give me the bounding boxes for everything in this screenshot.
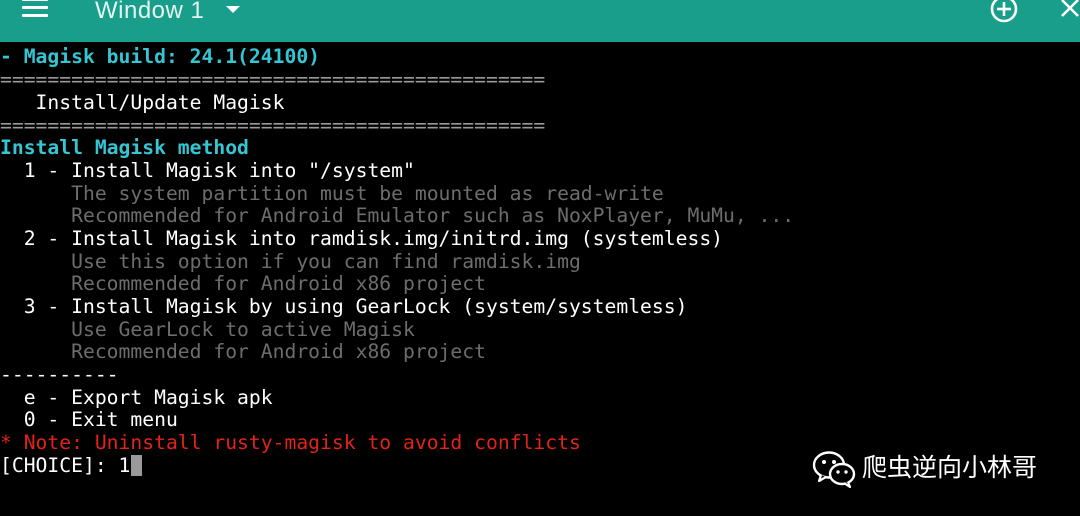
export-option: e - Export Magisk apk	[0, 386, 273, 409]
option-3-hint-2: Recommended for Android x86 project	[0, 340, 486, 363]
option-1-hint-1: The system partition must be mounted as …	[0, 182, 664, 205]
terminal-output[interactable]: - Magisk build: 24.1(24100) ============…	[0, 44, 1080, 516]
install-method-heading: Install Magisk method	[0, 136, 249, 159]
option-1-label: 1 - Install Magisk into "/system"	[0, 159, 415, 182]
choice-prompt-line[interactable]: [CHOICE]: 1	[0, 454, 143, 477]
watermark-text: 爬虫逆向小林哥	[862, 453, 1038, 482]
choice-prompt: [CHOICE]:	[0, 454, 119, 477]
menu-title: Install/Update Magisk	[0, 91, 285, 114]
watermark: 爬虫逆向小林哥	[812, 449, 1052, 489]
note-line: * Note: Uninstall rusty-magisk to avoid …	[0, 431, 581, 454]
option-1-hint-2: Recommended for Android Emulator such as…	[0, 204, 795, 227]
option-2-hint-2: Recommended for Android x86 project	[0, 272, 486, 295]
option-3-label: 3 - Install Magisk by using GearLock (sy…	[0, 295, 688, 318]
option-3-hint-1: Use GearLock to active Magisk	[0, 318, 415, 341]
title-bar: Window 1	[0, 0, 1080, 42]
exit-option: 0 - Exit menu	[0, 408, 178, 431]
magisk-build-line: - Magisk build: 24.1(24100)	[0, 45, 321, 68]
separator-bottom: ========================================…	[0, 114, 546, 137]
option-2-label: 2 - Install Magisk into ramdisk.img/init…	[0, 227, 724, 250]
window-title[interactable]: Window 1	[95, 0, 204, 25]
hamburger-menu-icon[interactable]	[22, 0, 48, 20]
plus-circle-icon[interactable]	[990, 0, 1018, 24]
short-separator: ----------	[0, 363, 119, 386]
close-icon[interactable]	[1059, 0, 1080, 20]
text-cursor	[131, 455, 143, 476]
wechat-logo-icon	[812, 450, 856, 489]
option-2-hint-1: Use this option if you can find ramdisk.…	[0, 250, 581, 273]
chevron-down-icon[interactable]	[226, 6, 240, 13]
separator-top: ========================================…	[0, 68, 546, 91]
choice-input[interactable]: 1	[119, 454, 131, 477]
